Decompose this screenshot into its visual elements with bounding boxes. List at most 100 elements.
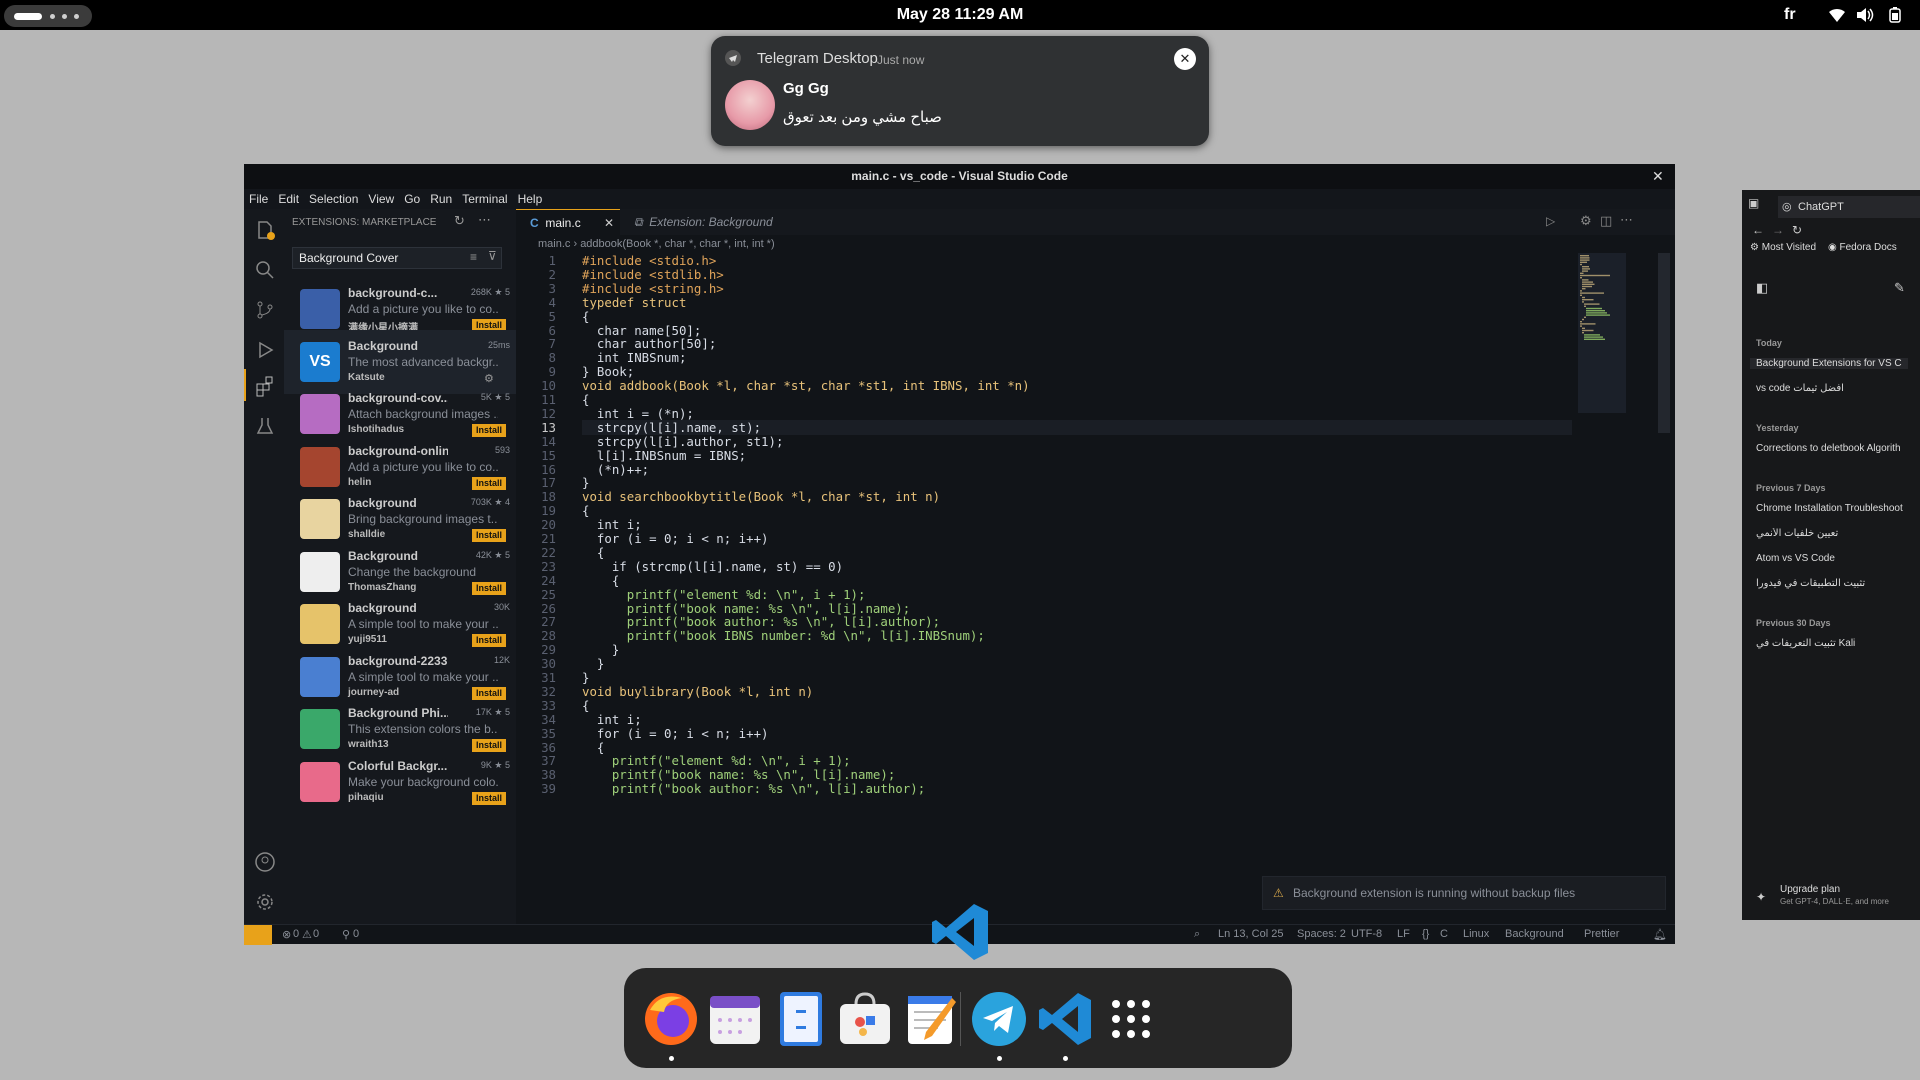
line-ending[interactable]: LF [1397,928,1410,940]
scrollbar[interactable] [1658,253,1670,433]
code-line[interactable]: { [582,503,589,518]
history-item[interactable]: Atom vs VS Code [1756,553,1906,564]
close-icon[interactable]: ✕ [1652,164,1672,189]
bookmark-fedora-docs[interactable]: ◉ Fedora Docs [1828,242,1897,253]
code-line[interactable]: } [582,642,619,657]
code-line[interactable]: for (i = 0; i < n; i++) [582,531,769,546]
code-line[interactable]: printf("element %d: \n", i + 1); [582,753,851,768]
upgrade-plan-title[interactable]: Upgrade plan [1780,884,1840,895]
code-line[interactable]: for (i = 0; i < n; i++) [582,726,769,741]
code-line[interactable]: #include <stdio.h> [582,253,716,268]
breadcrumb-file[interactable]: main.c [538,238,570,250]
code-line[interactable]: int INBSnum; [582,350,687,365]
language-mode[interactable]: C [1440,928,1448,940]
vscode-icon[interactable] [1036,990,1094,1048]
menu-help[interactable]: Help [513,189,548,206]
testing-icon[interactable] [254,415,276,437]
files-icon[interactable] [772,990,830,1048]
code-line[interactable]: } [582,670,589,685]
code-line[interactable]: #include <string.h> [582,281,724,296]
code-line[interactable]: printf("book author: %s \n", l[i].author… [582,781,925,796]
warning-icon[interactable]: ⚠ [302,928,312,941]
code-line[interactable]: char author[50]; [582,336,716,351]
sidebar-toggle-icon[interactable]: ◧ [1756,280,1768,296]
calendar-icon[interactable] [706,990,764,1048]
clear-filter-icon[interactable]: ≡ [470,250,477,264]
ports-count[interactable]: 0 [353,928,359,940]
source-control-icon[interactable] [254,299,276,321]
history-item[interactable]: تثبيت التعريفات في Kali [1756,638,1906,649]
keyboard-layout[interactable]: fr [1784,6,1796,24]
filter-icon[interactable]: ⊽ [488,249,497,263]
firefox-icon[interactable] [642,990,700,1048]
forward-icon[interactable]: → [1772,223,1784,237]
errors-icon[interactable]: ⊗ [282,928,291,941]
tab-extension-background[interactable]: ⧉ Extension: Background [620,209,790,235]
code-line[interactable]: { [582,698,589,713]
close-icon[interactable]: ✕ [604,210,614,236]
error-count[interactable]: 0 [293,928,299,940]
gear-icon[interactable] [254,891,276,913]
menu-terminal[interactable]: Terminal [457,189,512,206]
new-chat-icon[interactable]: ✎ [1894,280,1905,296]
ports-icon[interactable]: ⚲ [342,928,350,941]
text-editor-icon[interactable] [902,990,960,1048]
menu-run[interactable]: Run [425,189,457,206]
menu-go[interactable]: Go [399,189,425,206]
wifi-icon[interactable] [1828,7,1846,23]
code-line[interactable]: { [582,740,604,755]
search-icon[interactable] [254,259,276,281]
warning-toast[interactable]: ⚠ Background extension is running withou… [1262,876,1666,910]
tab-main-c[interactable]: C main.c ✕ [516,209,620,235]
code-line[interactable]: strcpy(l[i].author, st1); [582,434,784,449]
code-editor[interactable]: 1 #include <stdio.h> 2 #include <stdlib.h> 3… [516,253,1576,921]
volume-icon[interactable] [1856,7,1874,23]
code-line[interactable]: int i = (*n); [582,406,694,421]
notifications-icon[interactable]: 🔔︎ [1653,928,1667,941]
code-line[interactable]: char name[50]; [582,323,701,338]
extensions-icon[interactable] [254,375,276,397]
warning-count[interactable]: 0 [313,928,319,940]
code-line[interactable]: #include <stdlib.h> [582,267,724,282]
menu-selection[interactable]: Selection [304,189,363,206]
bookmark-most-visited[interactable]: ⚙ Most Visited [1750,242,1816,253]
code-line[interactable]: { [582,545,604,560]
history-item[interactable]: vs code افضل ثيمات [1756,383,1906,394]
menu-edit[interactable]: Edit [273,189,304,206]
clock[interactable]: May 28 11:29 AM [860,6,1060,24]
tab-overview-icon[interactable]: ▣ [1748,196,1768,216]
code-line[interactable]: (*n)++; [582,462,649,477]
install-button[interactable]: Install [472,791,506,805]
remote-icon[interactable] [244,925,272,945]
code-line[interactable]: if (strcmp(l[i].name, st) == 0) [582,559,843,574]
software-icon[interactable] [836,990,894,1048]
reload-icon[interactable]: ↻ [1792,223,1802,237]
menu-view[interactable]: View [363,189,399,206]
battery-icon[interactable] [1886,7,1904,23]
indentation[interactable]: Spaces: 2 [1297,928,1346,940]
zoom-icon[interactable]: ⌕ [1194,928,1200,941]
code-line[interactable]: } [582,475,589,490]
code-line[interactable]: } [582,656,604,671]
more-icon[interactable]: ⋯ [478,212,491,228]
code-line[interactable]: typedef struct [582,295,686,310]
explorer-icon[interactable] [254,219,276,241]
menu-file[interactable]: File [244,189,273,206]
code-line[interactable]: printf("book name: %s \n", l[i].name); [582,767,895,782]
back-icon[interactable]: ← [1752,223,1764,237]
run-debug-icon[interactable] [254,339,276,361]
cursor-position[interactable]: Ln 13, Col 25 [1218,928,1283,940]
code-line[interactable]: void searchbookbytitle(Book *l, char *st… [582,489,940,504]
history-item[interactable]: تثبيت التطبيقات في فيدورا [1756,578,1906,589]
encoding[interactable]: UTF-8 [1351,928,1382,940]
settings-icon[interactable]: ⚙ [1580,213,1592,229]
history-item[interactable]: Background Extensions for VS C [1750,358,1908,369]
code-line[interactable]: printf("element %d: \n", i + 1); [582,587,866,602]
split-editor-icon[interactable]: ◫ [1600,213,1612,229]
code-line[interactable]: strcpy(l[i].name, st); [582,419,1572,435]
code-line[interactable]: { [582,392,589,407]
run-icon[interactable]: ▷ [1546,214,1555,228]
code-line[interactable]: } Book; [582,364,634,379]
history-item[interactable]: Chrome Installation Troubleshoot [1756,503,1906,514]
code-line[interactable]: printf("book author: %s \n", l[i].author… [582,614,940,629]
